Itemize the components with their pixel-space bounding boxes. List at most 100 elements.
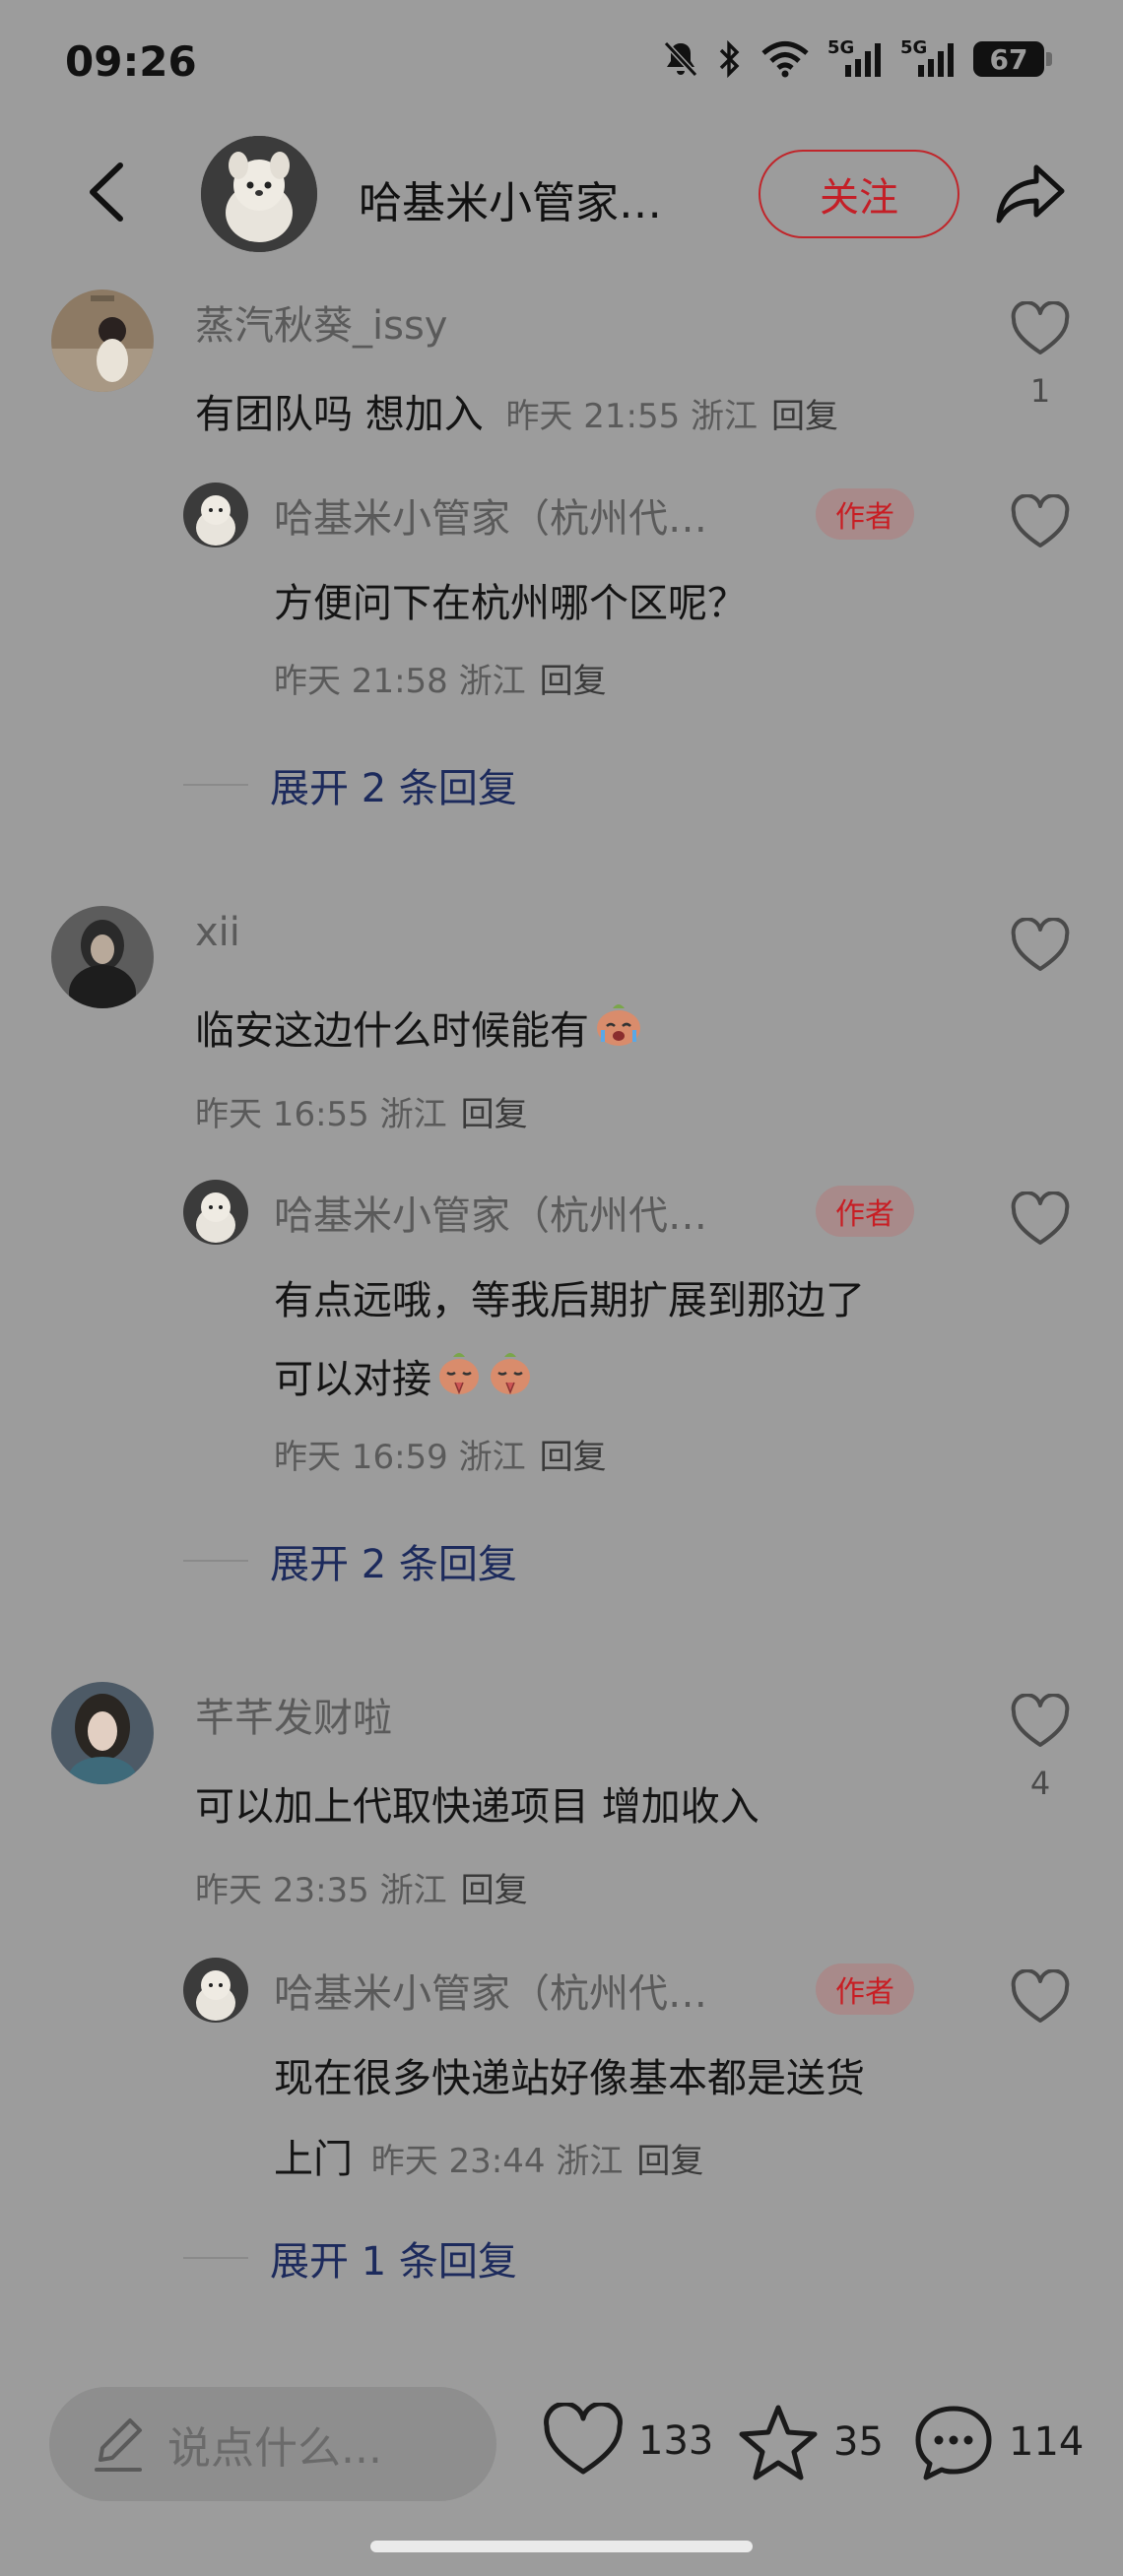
status-icons: 5G 5G 67 [662, 37, 1052, 79]
comment-count: 114 [1009, 2419, 1085, 2465]
reply-like-button[interactable] [1010, 1191, 1071, 1249]
comment-text: 临安这边什么时候能有 [195, 998, 644, 1056]
expand-replies[interactable]: 展开 1 条回复 [183, 2229, 517, 2286]
back-icon [90, 162, 123, 222]
reply-meta: 昨天 21:58 浙江 回复 [274, 654, 607, 702]
comment-location: 浙江 [691, 397, 759, 436]
reply-time: 昨天 23:44 [370, 2142, 546, 2181]
reply-text-line: 可以对接 [274, 1347, 534, 1404]
post-header: 哈基米小管家… 关注 [0, 128, 1123, 261]
reply-like-button[interactable] [1010, 493, 1071, 551]
comment-time: 昨天 21:55 [505, 397, 681, 436]
expand-replies-label[interactable]: 展开 1 条回复 [270, 2229, 517, 2286]
commenter-name[interactable]: 蒸汽秋葵_issy [195, 293, 447, 351]
heart-icon [1011, 493, 1070, 547]
divider [183, 784, 248, 786]
commenter-avatar[interactable] [51, 1682, 154, 1784]
commenter-avatar[interactable] [51, 290, 154, 392]
status-bar: 09:26 5G 5G 67 [0, 0, 1123, 128]
reply-text-line: 有点远哦，等我后期扩展到那边了 [274, 1278, 865, 1323]
reply-author-name[interactable]: 哈基米小管家（杭州代… [274, 1962, 707, 2019]
comment-like-count: 4 [1029, 1765, 1051, 1802]
reply-button[interactable]: 回复 [771, 397, 838, 436]
wifi-icon [761, 41, 809, 78]
divider [183, 2257, 248, 2259]
share-icon [996, 164, 1065, 224]
author-badge: 作者 [816, 1964, 914, 2015]
reply-button[interactable]: 回复 [540, 1438, 607, 1477]
reply-button[interactable]: 回复 [540, 662, 607, 701]
reply-location: 浙江 [458, 662, 526, 701]
heart-icon [544, 2403, 623, 2475]
reply-button[interactable]: 回复 [461, 1871, 528, 1910]
mute-icon [663, 40, 698, 78]
author-avatar[interactable] [201, 136, 317, 252]
praying-emoji-icon [439, 1353, 479, 1395]
comment-like-button[interactable] [1010, 1693, 1071, 1751]
author-badge: 作者 [816, 488, 914, 540]
reply-avatar[interactable] [183, 483, 248, 547]
comment-input[interactable]: 说点什么... [49, 2387, 496, 2501]
author-name[interactable]: 哈基米小管家… [359, 167, 662, 230]
comment-like-button[interactable] [1010, 917, 1071, 975]
reply-location: 浙江 [556, 2142, 624, 2181]
heart-icon [1011, 300, 1070, 354]
comment-meta: 昨天 23:35 浙江 回复 [195, 1863, 528, 1911]
commenter-name[interactable]: 芊芊发财啦 [195, 1686, 392, 1743]
comment-location: 浙江 [379, 1095, 447, 1134]
comment-body: 有团队吗 想加入 [195, 392, 484, 437]
expand-replies[interactable]: 展开 2 条回复 [183, 1532, 517, 1589]
expand-replies[interactable]: 展开 2 条回复 [183, 756, 517, 813]
reply-author-name[interactable]: 哈基米小管家（杭州代… [274, 1184, 707, 1241]
heart-icon [1011, 1693, 1070, 1747]
comment-input-placeholder: 说点什么... [167, 2423, 382, 2474]
reply-meta: 昨天 23:44 浙江 回复 [371, 2142, 704, 2181]
expand-replies-label[interactable]: 展开 2 条回复 [270, 1532, 517, 1589]
favorite-button[interactable]: 35 [737, 2403, 884, 2481]
reply-time: 昨天 16:59 [274, 1438, 448, 1477]
reply-button[interactable]: 回复 [636, 2142, 703, 2181]
comment-time: 昨天 23:35 [195, 1871, 369, 1910]
comment-like-count: 1 [1029, 372, 1051, 410]
reply-meta: 昨天 16:59 浙江 回复 [274, 1430, 607, 1478]
divider [183, 1560, 248, 1562]
home-indicator[interactable] [370, 2541, 753, 2552]
reply-text-line: 上门 昨天 23:44 浙江 回复 [274, 2127, 703, 2184]
comment-icon [915, 2406, 992, 2480]
bottom-action-bar: 说点什么... 133 35 114 [0, 2373, 1123, 2511]
comment-body: 临安这边什么时候能有 [195, 1008, 589, 1054]
reply-location: 浙江 [458, 1438, 526, 1477]
reply-avatar[interactable] [183, 1180, 248, 1245]
pencil-icon [95, 2418, 142, 2472]
heart-icon [1011, 1191, 1070, 1245]
back-button[interactable] [79, 158, 138, 226]
reply-button[interactable]: 回复 [461, 1095, 528, 1134]
comment-meta: 昨天 16:55 浙江 回复 [195, 1087, 528, 1135]
reply-author-name[interactable]: 哈基米小管家（杭州代… [274, 486, 707, 544]
like-button[interactable]: 133 [542, 2403, 713, 2479]
follow-button[interactable]: 关注 [759, 150, 959, 238]
reply-like-button[interactable] [1010, 1968, 1071, 2027]
comment-location: 浙江 [379, 1871, 447, 1910]
star-icon [739, 2405, 818, 2480]
signal-icon: 5G [900, 37, 956, 79]
share-button[interactable] [993, 158, 1068, 232]
comment-text: 可以加上代取快递项目 增加收入 [195, 1784, 760, 1830]
comment-like-button[interactable] [1010, 300, 1071, 358]
reply-text-line: 现在很多快递站好像基本都是送货 [274, 2056, 865, 2101]
crying-emoji-icon [597, 1004, 640, 1046]
signal-icon: 5G [827, 37, 883, 79]
comment-button[interactable]: 114 [912, 2403, 1084, 2481]
reply-body: 可以对接 [274, 1357, 431, 1402]
comment-text: 有团队吗 想加入 昨天 21:55 浙江 回复 [195, 382, 838, 439]
commenter-avatar[interactable] [51, 906, 154, 1008]
reply-avatar[interactable] [183, 1958, 248, 2023]
comment-meta: 昨天 21:55 浙江 回复 [505, 397, 838, 436]
reply-time: 昨天 21:58 [274, 662, 448, 701]
expand-replies-label[interactable]: 展开 2 条回复 [270, 756, 517, 813]
bluetooth-icon [719, 39, 740, 79]
commenter-name[interactable]: xii [195, 910, 240, 955]
like-count: 133 [638, 2418, 714, 2464]
author-badge: 作者 [816, 1186, 914, 1237]
status-time: 09:26 [65, 37, 197, 86]
